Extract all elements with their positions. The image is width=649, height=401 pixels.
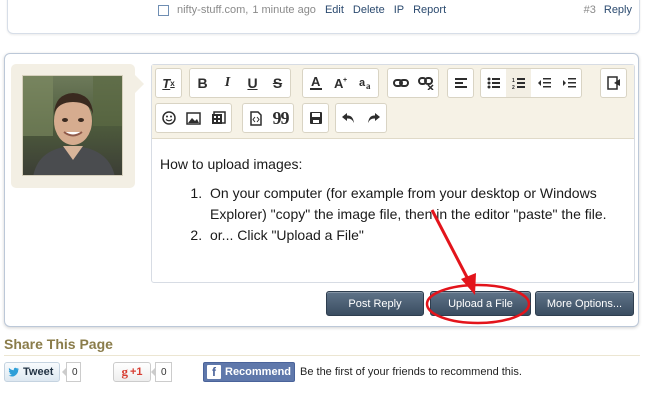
instruction-step-1: On your computer (for example from your … xyxy=(206,183,624,225)
editor-content[interactable]: How to upload images: On your computer (… xyxy=(152,140,634,282)
google-plus-label: +1 xyxy=(129,366,143,378)
toolbar-group-list: 12 xyxy=(480,68,582,98)
report-link[interactable]: Report xyxy=(413,4,446,16)
svg-text:1: 1 xyxy=(512,78,515,84)
media-icon[interactable] xyxy=(206,104,231,132)
facebook-recommend-button[interactable]: f Recommend xyxy=(203,362,295,382)
smilies-icon[interactable] xyxy=(156,104,181,132)
tweet-button[interactable]: Tweet xyxy=(4,362,60,382)
avatar-container xyxy=(11,64,135,188)
facebook-icon: f xyxy=(207,365,221,379)
toolbar-group-format: Tx xyxy=(155,68,182,98)
previous-post: nifty-stuff.com, 1 minute ago Edit Delet… xyxy=(7,0,640,34)
bulleted-list-icon[interactable] xyxy=(481,69,506,97)
share-title: Share This Page xyxy=(4,336,113,352)
link-icon[interactable] xyxy=(388,69,413,97)
delete-link[interactable]: Delete xyxy=(353,4,385,16)
image-icon[interactable] xyxy=(181,104,206,132)
unlink-icon[interactable] xyxy=(413,69,438,97)
svg-text:a: a xyxy=(359,77,366,89)
redo-icon[interactable] xyxy=(361,104,386,132)
svg-text:2: 2 xyxy=(512,85,515,89)
post-reply-button[interactable]: Post Reply xyxy=(326,291,424,316)
post-time[interactable]: 1 minute ago xyxy=(252,4,316,16)
svg-text:A: A xyxy=(311,75,321,89)
post-actions: #3 Reply xyxy=(584,2,632,18)
message-editor: Tx B I U S A A + aa 1 2 99 How to upload… xyxy=(151,64,635,283)
google-plus-button[interactable]: g +1 xyxy=(113,362,151,382)
upload-file-button[interactable]: Upload a File xyxy=(430,291,531,316)
more-options-button[interactable]: More Options... xyxy=(535,291,634,316)
twitter-bird-icon xyxy=(8,367,20,377)
google-plus-count: 0 xyxy=(151,362,172,382)
tweet-count: 0 xyxy=(62,362,81,382)
align-left-icon[interactable] xyxy=(448,69,473,97)
tweet-label: Tweet xyxy=(23,366,54,378)
toolbar-group-link xyxy=(387,68,439,98)
facebook-social-text: Be the first of your friends to recommen… xyxy=(300,366,522,378)
instructions-list: On your computer (for example from your … xyxy=(160,183,624,246)
post-author[interactable]: nifty-stuff.com, xyxy=(177,4,248,16)
bold-icon[interactable]: B xyxy=(190,69,215,97)
avatar[interactable] xyxy=(22,75,123,176)
facebook-recommend-label: Recommend xyxy=(225,366,292,378)
save-draft-icon[interactable] xyxy=(303,104,328,132)
quick-reply-panel: Tx B I U S A A + aa 1 2 99 How to upload… xyxy=(4,53,639,327)
ip-link[interactable]: IP xyxy=(394,4,404,16)
toolbar-group-draft xyxy=(302,103,329,133)
strikethrough-icon[interactable]: S xyxy=(265,69,290,97)
share-divider xyxy=(4,355,640,356)
editor-intro-text: How to upload images: xyxy=(160,156,303,172)
post-meta: nifty-stuff.com, 1 minute ago Edit Delet… xyxy=(158,2,455,18)
remove-format-icon[interactable]: Tx xyxy=(156,69,181,97)
toolbar-group-text: B I U S xyxy=(189,68,291,98)
avatar-pointer xyxy=(135,75,144,93)
indent-icon[interactable] xyxy=(556,69,581,97)
svg-text:+: + xyxy=(343,77,347,84)
quote-icon[interactable]: 99 xyxy=(268,104,293,132)
reply-link[interactable]: Reply xyxy=(604,4,632,16)
editor-toolbar: Tx B I U S A A + aa 1 2 99 xyxy=(152,65,634,139)
instruction-step-2: or... Click "Upload a File" xyxy=(206,225,624,246)
font-color-icon[interactable]: A xyxy=(303,69,328,97)
toolbar-group-align xyxy=(447,68,474,98)
post-number[interactable]: #3 xyxy=(584,4,596,16)
undo-icon[interactable] xyxy=(336,104,361,132)
toolbar-group-code: 99 xyxy=(242,103,294,133)
italic-icon[interactable]: I xyxy=(215,69,240,97)
code-icon[interactable] xyxy=(243,104,268,132)
switch-mode-icon[interactable] xyxy=(601,69,626,97)
select-post-checkbox[interactable] xyxy=(158,4,169,16)
toolbar-group-history xyxy=(335,103,387,133)
google-g-icon: g xyxy=(121,364,128,379)
edit-link[interactable]: Edit xyxy=(325,4,344,16)
toolbar-group-mode xyxy=(600,68,627,98)
outdent-icon[interactable] xyxy=(531,69,556,97)
numbered-list-icon[interactable]: 12 xyxy=(506,69,531,97)
font-size-icon[interactable]: A + xyxy=(328,69,353,97)
toolbar-group-font: A A + aa xyxy=(302,68,379,98)
svg-text:a: a xyxy=(366,81,371,91)
font-family-icon[interactable]: aa xyxy=(353,69,378,97)
toolbar-group-insert xyxy=(155,103,232,133)
underline-icon[interactable]: U xyxy=(240,69,265,97)
